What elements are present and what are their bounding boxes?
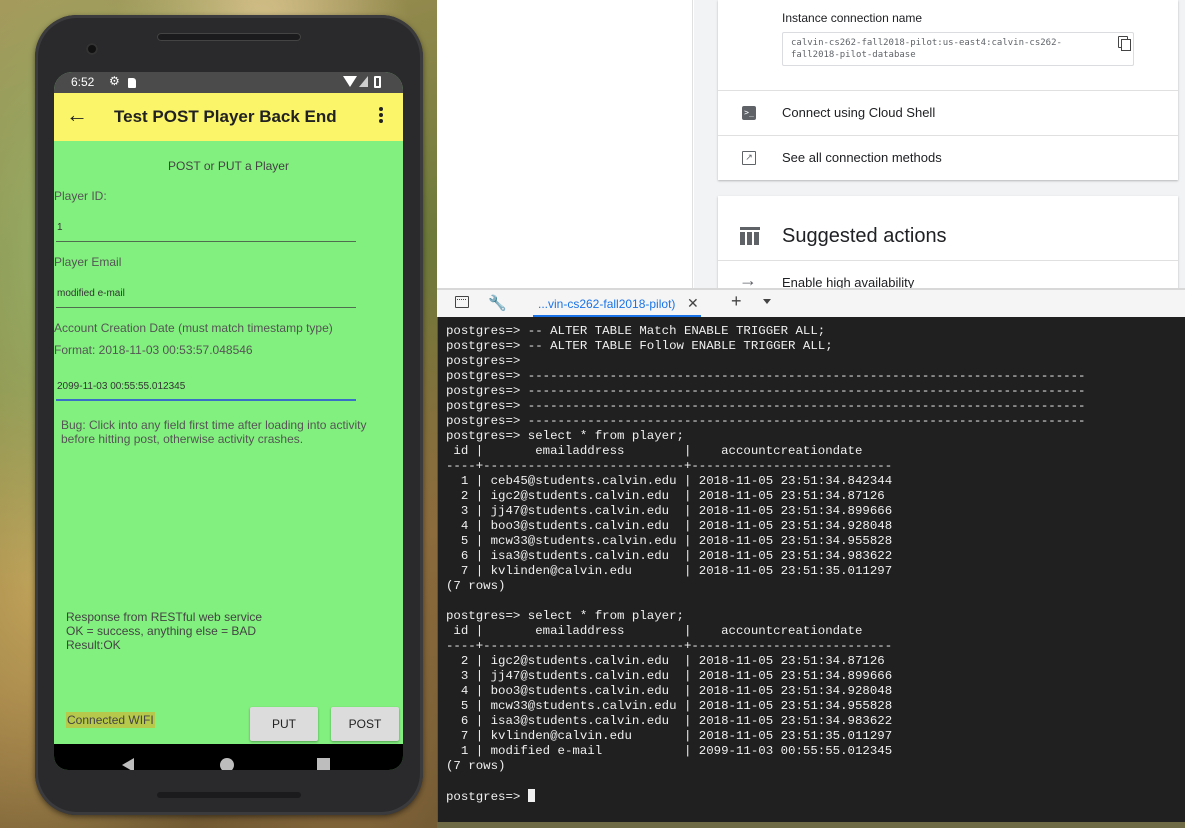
signal-icon — [359, 76, 368, 87]
terminal-line: 1 | ceb45@students.calvin.edu | 2018-11-… — [446, 474, 893, 488]
terminal-line: postgres=> -- ALTER TABLE Follow ENABLE … — [446, 339, 833, 353]
terminal-line: 5 | mcw33@students.calvin.edu | 2018-11-… — [446, 534, 893, 548]
response-text: Response from RESTful web service OK = s… — [66, 610, 262, 652]
app-bar: ← Test POST Player Back End — [54, 93, 403, 141]
wrench-icon[interactable]: 🔧 — [488, 294, 507, 312]
wifi-icon — [343, 76, 357, 87]
see-all-methods-link[interactable]: See all connection methods — [782, 150, 942, 165]
terminal-line: 5 | mcw33@students.calvin.edu | 2018-11-… — [446, 699, 893, 713]
connection-status: Connected WIFI — [66, 712, 155, 728]
terminal-line: 3 | jj47@students.calvin.edu | 2018-11-0… — [446, 504, 893, 518]
terminal-line: 6 | isa3@students.calvin.edu | 2018-11-0… — [446, 714, 893, 728]
instance-connection-field[interactable]: calvin-cs262-fall2018-pilot:us-east4:cal… — [782, 32, 1134, 66]
nav-home-icon[interactable] — [220, 758, 234, 770]
phone-screen: 6:52 ⚙ ← Test POST Player Back End POST … — [54, 72, 403, 770]
overflow-menu-icon[interactable] — [378, 105, 384, 127]
put-button[interactable]: PUT — [250, 707, 318, 741]
terminal-line: 3 | jj47@students.calvin.edu | 2018-11-0… — [446, 669, 893, 683]
status-bar: 6:52 ⚙ — [54, 72, 403, 93]
keyboard-icon[interactable] — [455, 296, 469, 308]
nav-back-icon[interactable] — [122, 758, 134, 770]
close-tab-icon[interactable]: ✕ — [687, 295, 699, 312]
form-subtitle: POST or PUT a Player — [168, 159, 289, 173]
nav-recents-icon[interactable] — [317, 758, 330, 770]
terminal-prompt[interactable]: postgres=> — [446, 789, 1085, 805]
terminal-line: postgres=> — [446, 354, 521, 368]
android-emulator: 6:52 ⚙ ← Test POST Player Back End POST … — [35, 15, 423, 815]
player-email-field[interactable]: modified e-mail — [56, 288, 356, 308]
post-button[interactable]: POST — [331, 707, 399, 741]
date-label: Account Creation Date (must match timest… — [54, 321, 333, 335]
terminal-line: postgres=> -----------------------------… — [446, 384, 1086, 398]
response-line: OK = success, anything else = BAD — [66, 624, 257, 638]
sd-card-icon — [128, 78, 136, 88]
external-link-icon: ↗ — [742, 151, 756, 165]
response-line: Result:OK — [66, 638, 121, 652]
player-id-field[interactable]: 1 — [56, 222, 356, 242]
status-time: 6:52 — [71, 75, 95, 89]
terminal-line: 2 | igc2@students.calvin.edu | 2018-11-0… — [446, 654, 885, 668]
terminal-tab-label: ...vin-cs262-fall2018-pilot) — [538, 297, 676, 311]
terminal-line: 4 | boo3@students.calvin.edu | 2018-11-0… — [446, 684, 893, 698]
connect-cloud-shell-link[interactable]: Connect using Cloud Shell — [782, 105, 935, 120]
terminal-line: postgres=> select * from player; — [446, 429, 684, 443]
back-arrow-icon[interactable]: ← — [66, 102, 88, 128]
terminal-line: postgres=> -----------------------------… — [446, 399, 1086, 413]
divider — [718, 260, 1178, 261]
phone-camera — [86, 43, 98, 55]
terminal-line: 7 | kvlinden@calvin.edu | 2018-11-05 23:… — [446, 729, 893, 743]
terminal-line: 1 | modified e-mail | 2099-11-03 00:55:5… — [446, 744, 893, 758]
suggested-actions-title: Suggested actions — [782, 225, 947, 247]
response-line: Response from RESTful web service — [66, 610, 263, 624]
phone-speaker — [157, 33, 301, 41]
settings-gear-icon: ⚙ — [109, 74, 120, 88]
player-id-label: Player ID: — [54, 189, 107, 203]
battery-icon — [374, 76, 381, 88]
instance-connection-label: Instance connection name — [782, 11, 923, 25]
account-date-field[interactable]: 2099-11-03 00:55:55.012345 — [56, 381, 356, 401]
terminal-output: postgres=> -- ALTER TABLE Match ENABLE T… — [446, 324, 1085, 805]
prompt-text: postgres=> — [446, 790, 528, 804]
terminal-line: postgres=> -----------------------------… — [446, 414, 1086, 428]
terminal-cursor — [527, 789, 535, 802]
terminal-line: (7 rows) — [446, 759, 506, 773]
bug-note: Bug: Click into any field first time aft… — [61, 418, 367, 446]
cloud-shell-icon: >_ — [742, 106, 756, 120]
terminal-line: id | emailaddress | accountcreationdate — [446, 624, 863, 638]
terminal-line: postgres=> -----------------------------… — [446, 369, 1086, 383]
terminal-line: ----+---------------------------+-------… — [446, 459, 893, 473]
terminal-line: 4 | boo3@students.calvin.edu | 2018-11-0… — [446, 519, 893, 533]
terminal-line: (7 rows) — [446, 579, 506, 593]
terminal-line: id | emailaddress | accountcreationdate — [446, 444, 863, 458]
terminal-line: ----+---------------------------+-------… — [446, 639, 893, 653]
terminal-line: 6 | isa3@students.calvin.edu | 2018-11-0… — [446, 549, 893, 563]
console-left-pane — [437, 0, 693, 290]
terminal-line: postgres=> -- ALTER TABLE Match ENABLE T… — [446, 324, 826, 338]
chevron-down-icon[interactable] — [763, 299, 771, 304]
suggested-actions-icon — [740, 227, 760, 245]
terminal-line: 2 | igc2@students.calvin.edu | 2018-11-0… — [446, 489, 885, 503]
app-title: Test POST Player Back End — [114, 107, 337, 126]
player-email-label: Player Email — [54, 255, 122, 269]
date-format-label: Format: 2018-11-03 00:53:57.048546 — [54, 343, 253, 357]
copy-icon[interactable] — [1118, 36, 1131, 51]
divider — [718, 135, 1178, 136]
android-nav-bar — [54, 744, 403, 770]
terminal-line: 7 | kvlinden@calvin.edu | 2018-11-05 23:… — [446, 564, 893, 578]
add-tab-icon[interactable]: + — [731, 291, 742, 312]
divider — [718, 90, 1178, 91]
terminal-line: postgres=> select * from player; — [446, 609, 684, 623]
phone-grille — [157, 792, 301, 798]
